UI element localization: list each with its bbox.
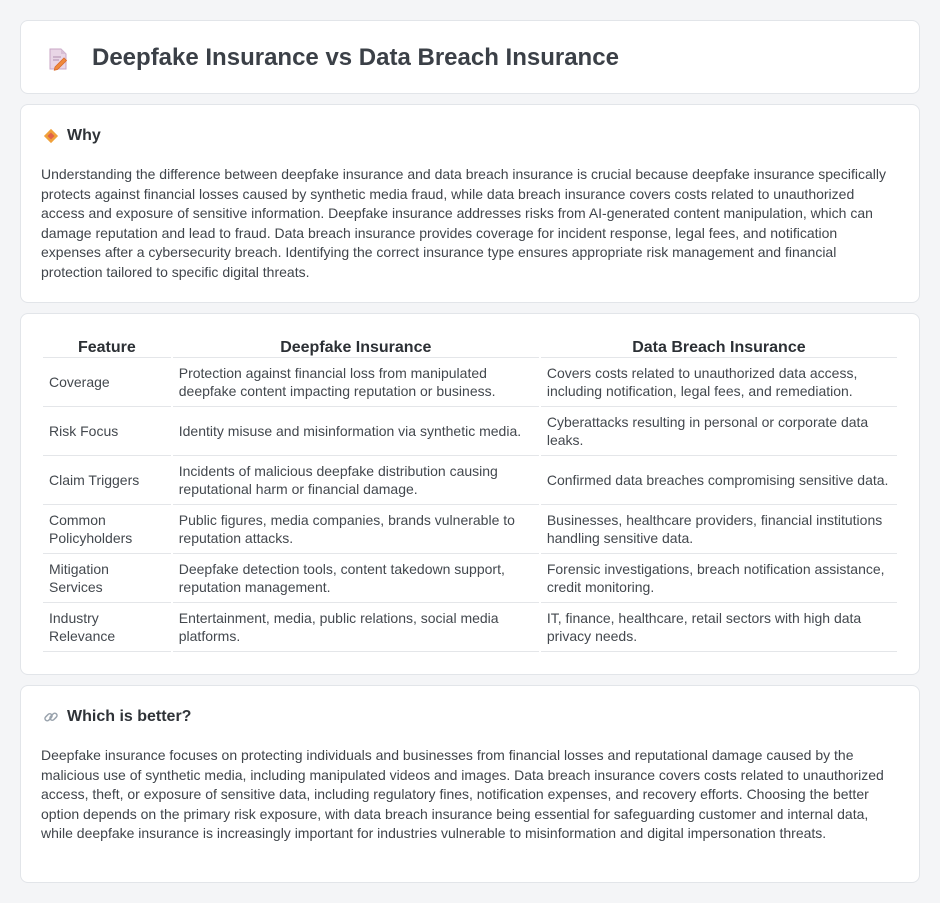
why-heading: Why [67,127,101,144]
feature-cell: Mitigation Services [43,554,171,603]
page-title: Deepfake Insurance vs Data Breach Insura… [92,44,619,71]
diamond-icon [43,128,59,144]
feature-cell: Risk Focus [43,407,171,456]
table-header-row: Feature Deepfake Insurance Data Breach I… [43,334,897,358]
feature-cell: Industry Relevance [43,603,171,652]
data-breach-cell: Confirmed data breaches compromising sen… [540,456,897,505]
table-row: Claim Triggers Incidents of malicious de… [43,456,897,505]
table-row: Risk Focus Identity misuse and misinform… [43,407,897,456]
data-breach-cell: Covers costs related to unauthorized dat… [540,358,897,407]
better-text: Deepfake insurance focuses on protecting… [41,747,884,841]
why-heading-row: Why [43,127,101,145]
header-data-breach: Data Breach Insurance [540,334,897,358]
deepfake-cell: Incidents of malicious deepfake distribu… [172,456,539,505]
feature-cell: Coverage [43,358,171,407]
data-breach-cell: Forensic investigations, breach notifica… [540,554,897,603]
link-icon [44,712,58,722]
deepfake-cell: Deepfake detection tools, content takedo… [172,554,539,603]
deepfake-cell: Public figures, media companies, brands … [172,505,539,554]
comparison-table: Feature Deepfake Insurance Data Breach I… [41,334,899,652]
title-card: Deepfake Insurance vs Data Breach Insura… [20,20,920,94]
header-deepfake: Deepfake Insurance [172,334,539,358]
table-row: Industry Relevance Entertainment, media,… [43,603,897,652]
table-row: Common Policyholders Public figures, med… [43,505,897,554]
better-heading-row: Which is better? [43,708,191,726]
comparison-table-card: Feature Deepfake Insurance Data Breach I… [20,313,920,675]
better-heading: Which is better? [67,708,192,725]
data-breach-cell: Cyberattacks resulting in personal or co… [540,407,897,456]
feature-cell: Common Policyholders [43,505,171,554]
table-row: Mitigation Services Deepfake detection t… [43,554,897,603]
data-breach-cell: Businesses, healthcare providers, financ… [540,505,897,554]
document-pen-icon [49,48,68,71]
deepfake-cell: Entertainment, media, public relations, … [172,603,539,652]
why-text: Understanding the difference between dee… [41,166,886,280]
deepfake-cell: Protection against financial loss from m… [172,358,539,407]
data-breach-cell: IT, finance, healthcare, retail sectors … [540,603,897,652]
header-feature: Feature [43,334,171,358]
feature-cell: Claim Triggers [43,456,171,505]
table-row: Coverage Protection against financial lo… [43,358,897,407]
deepfake-cell: Identity misuse and misinformation via s… [172,407,539,456]
which-is-better-section: Which is better? Deepfake insurance focu… [20,685,920,883]
why-section: Why Understanding the difference between… [20,104,920,303]
